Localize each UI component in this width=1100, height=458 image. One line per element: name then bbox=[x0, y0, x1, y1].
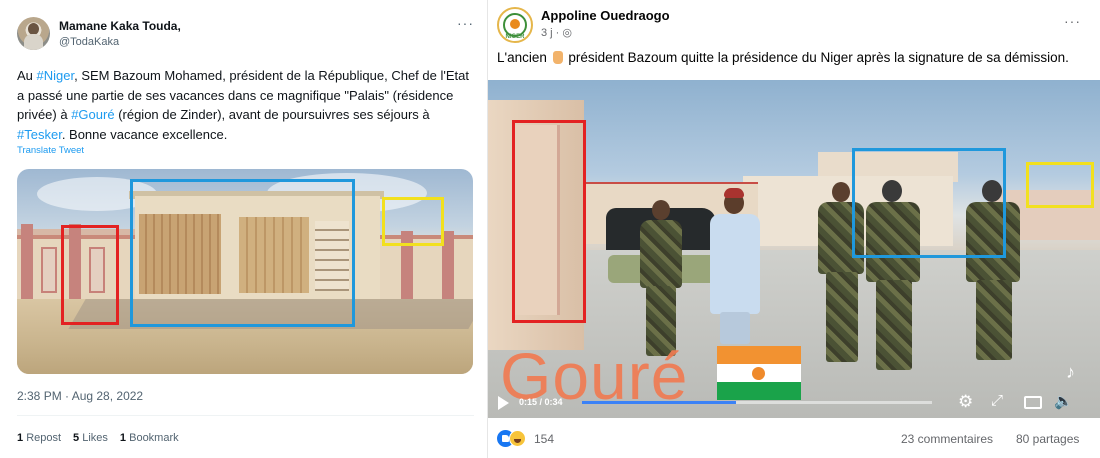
comments-count[interactable]: 23 commentaires bbox=[901, 432, 993, 446]
reactions-count[interactable]: 154 bbox=[534, 432, 554, 446]
post-meta[interactable]: 3 j · ◎ bbox=[541, 26, 572, 39]
globe-icon: ◎ bbox=[562, 27, 573, 39]
avatar-sun bbox=[510, 19, 520, 29]
reposts-label[interactable]: Repost bbox=[26, 432, 61, 444]
person-torso bbox=[640, 220, 682, 288]
tweet-photo[interactable] bbox=[17, 169, 473, 374]
bookmarks-count[interactable]: 1 bbox=[120, 432, 126, 444]
person-legs bbox=[826, 272, 858, 362]
video-player[interactable]: Gouré ♪ 0:15 / 0:34 ⚙ ⤢ 🔈 bbox=[488, 80, 1100, 418]
person-legs bbox=[976, 280, 1012, 360]
author-name[interactable]: Appoline Ouedraogo bbox=[541, 8, 670, 23]
wall-panel bbox=[41, 247, 57, 293]
progress-fill bbox=[582, 401, 736, 404]
hashtag-tesker-link[interactable]: #Tesker bbox=[17, 127, 62, 142]
highlight-box-yellow bbox=[382, 197, 444, 246]
tweet-text: Au #Niger, SEM Bazoum Mohamed, président… bbox=[17, 66, 472, 144]
video-controls: 0:15 / 0:34 ⚙ ⤢ 🔈 bbox=[488, 386, 1100, 418]
person-legs bbox=[720, 312, 750, 344]
author-handle[interactable]: @TodaKaka bbox=[59, 36, 119, 48]
tiktok-watermark-icon: ♪ bbox=[1066, 362, 1075, 382]
tweet-timestamp[interactable]: 2:38 PM · Aug 28, 2022 bbox=[17, 389, 143, 403]
hand-emoji-icon bbox=[552, 51, 563, 64]
more-options-icon[interactable]: ··· bbox=[457, 15, 474, 31]
tweet-text-part: . Bonne vacance excellence. bbox=[61, 126, 228, 142]
volume-icon[interactable]: 🔈 bbox=[1054, 392, 1073, 410]
page-avatar[interactable]: NIGER bbox=[497, 7, 533, 43]
author-avatar[interactable] bbox=[17, 17, 50, 50]
post-text: L'ancien président Bazoum quitte la prés… bbox=[497, 50, 1092, 65]
highlight-box-blue bbox=[130, 179, 355, 327]
hashtag-niger-link[interactable]: #Niger bbox=[37, 68, 75, 83]
haha-reaction-icon bbox=[509, 430, 526, 447]
person-legs bbox=[876, 280, 912, 370]
translate-tweet-link[interactable]: Translate Tweet bbox=[17, 145, 84, 156]
video-time: 0:15 / 0:34 bbox=[519, 397, 563, 407]
likes-label[interactable]: Likes bbox=[82, 432, 108, 444]
more-options-icon[interactable]: ··· bbox=[1064, 13, 1081, 29]
bookmarks-label[interactable]: Bookmark bbox=[129, 432, 179, 444]
shares-count[interactable]: 80 partages bbox=[1016, 432, 1079, 446]
highlight-box-red bbox=[512, 120, 586, 323]
person-head bbox=[832, 182, 850, 202]
tweet-text-part: (région de Zinder), avant de poursuivres… bbox=[114, 107, 430, 122]
progress-bar[interactable] bbox=[582, 401, 932, 404]
highlight-box-blue bbox=[852, 148, 1006, 258]
tweet-card: Mamane Kaka Touda, @TodaKaka ··· Au #Nig… bbox=[0, 0, 487, 458]
flag-stripe-white bbox=[717, 364, 801, 382]
person-head bbox=[652, 200, 670, 220]
highlight-box-yellow bbox=[1026, 162, 1094, 208]
post-age[interactable]: 3 j · bbox=[541, 27, 562, 39]
post-text-part: président Bazoum quitte la présidence du… bbox=[568, 50, 1069, 65]
avatar-body bbox=[24, 34, 43, 50]
author-name[interactable]: Mamane Kaka Touda, bbox=[59, 19, 181, 33]
likes-count[interactable]: 5 bbox=[73, 432, 79, 444]
red-cap bbox=[724, 188, 744, 198]
tweet-text-part: Au bbox=[17, 68, 37, 83]
highlight-box-red bbox=[61, 225, 119, 325]
pip-icon[interactable] bbox=[1024, 396, 1042, 409]
person-robe bbox=[710, 214, 760, 314]
facebook-post: NIGER Appoline Ouedraogo 3 j · ◎ ··· L'a… bbox=[488, 0, 1100, 458]
post-text-part: L'ancien bbox=[497, 50, 551, 65]
flag-stripe-orange bbox=[717, 346, 801, 364]
reposts-count[interactable]: 1 bbox=[17, 432, 23, 444]
expand-icon[interactable]: ⤢ bbox=[991, 392, 1003, 409]
hashtag-goure-link[interactable]: #Gouré bbox=[71, 107, 114, 122]
wall-pillar bbox=[21, 224, 33, 302]
play-icon[interactable] bbox=[498, 396, 509, 410]
avatar-label: NIGER bbox=[505, 34, 525, 40]
gear-icon[interactable]: ⚙ bbox=[958, 392, 973, 412]
divider bbox=[17, 415, 474, 416]
tweet-stats: 1 Repost 5 Likes 1 Bookmark bbox=[17, 432, 179, 444]
